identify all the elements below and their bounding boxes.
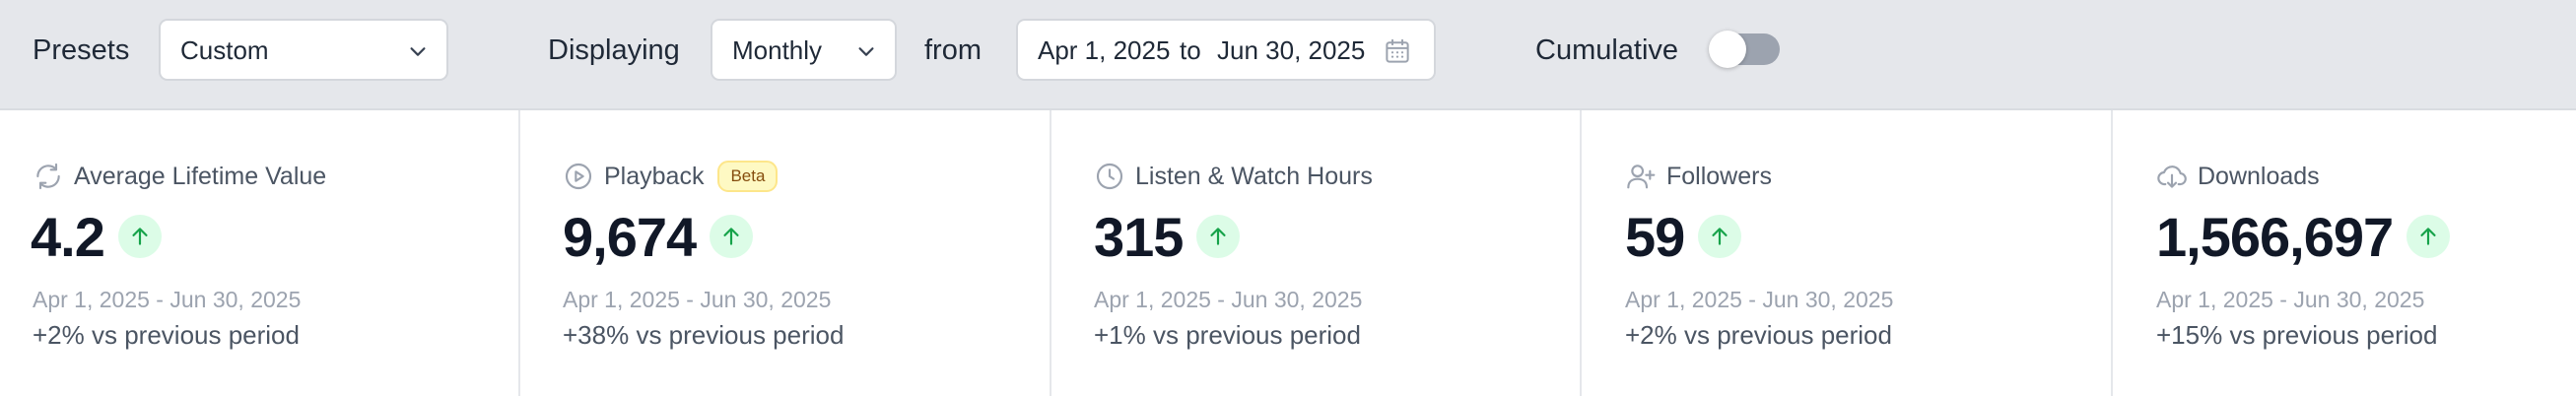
cumulative-toggle[interactable] <box>1709 31 1780 68</box>
date-range-text: Apr 1, 2025 - Jun 30, 2025 <box>1625 287 1894 312</box>
calendar-icon[interactable] <box>1383 36 1412 66</box>
metric-value: 4.2 <box>31 205 105 268</box>
metric-row: 4.2 <box>31 197 162 276</box>
cumulative-label: Cumulative <box>1535 34 1679 66</box>
trend-up-badge <box>710 215 754 258</box>
presets-dropdown[interactable]: Custom <box>159 19 448 81</box>
metric-cards: Average Lifetime Value 4.2 Apr 1, 2025 -… <box>0 110 2576 396</box>
arrow-up-icon <box>1210 228 1227 245</box>
metric-value: 59 <box>1625 205 1685 268</box>
interval-value: Monthly <box>732 35 823 65</box>
metric-row: 59 <box>1625 197 1742 276</box>
refresh-icon <box>36 163 60 190</box>
trend-up-badge <box>117 215 162 258</box>
from-label: from <box>924 34 982 66</box>
beta-badge: Beta <box>717 161 779 192</box>
play-circle-icon <box>565 163 592 190</box>
metric-card-followers: Followers 59 Apr 1, 2025 - Jun 30, 2025 … <box>1582 110 2113 396</box>
change-text: +1% vs previous period <box>1094 320 1361 350</box>
metric-value: 315 <box>1094 205 1184 268</box>
metric-value: 1,566,697 <box>2156 205 2394 268</box>
trend-up-badge <box>2407 215 2451 258</box>
metric-row: 315 <box>1094 197 1241 276</box>
metric-row: 9,674 <box>563 197 754 276</box>
chevron-down-icon <box>410 47 426 56</box>
date-range-text: Apr 1, 2025 - Jun 30, 2025 <box>33 287 302 312</box>
change-text: +38% vs previous period <box>563 320 845 350</box>
clock-icon <box>1096 163 1123 190</box>
change-text: +2% vs previous period <box>33 320 300 350</box>
date-start[interactable]: Apr 1, 2025 <box>1038 33 1170 68</box>
date-range-text: Apr 1, 2025 - Jun 30, 2025 <box>563 287 832 312</box>
card-title: Listen & Watch Hours <box>1135 163 1373 190</box>
card-header: Average Lifetime Value <box>33 157 326 196</box>
card-header: Listen & Watch Hours <box>1094 157 1373 196</box>
change-text: +2% vs previous period <box>1625 320 1892 350</box>
chevron-down-icon <box>858 47 874 56</box>
card-header: Playback Beta <box>563 157 779 196</box>
arrow-up-icon <box>723 228 739 245</box>
date-range-picker[interactable]: Apr 1, 2025 to Jun 30, 2025 <box>1016 19 1436 81</box>
metric-card-listen-watch-hours: Listen & Watch Hours 315 Apr 1, 2025 - J… <box>1051 110 1582 396</box>
card-header: Downloads <box>2156 157 2320 196</box>
date-range-text: Apr 1, 2025 - Jun 30, 2025 <box>1094 287 1363 312</box>
date-separator: to <box>1180 35 1201 65</box>
date-range-text: Apr 1, 2025 - Jun 30, 2025 <box>2156 287 2425 312</box>
metric-row: 1,566,697 <box>2156 197 2451 276</box>
trend-up-badge <box>1698 215 1742 258</box>
metric-card-playback: Playback Beta 9,674 Apr 1, 2025 - Jun 30… <box>520 110 1051 396</box>
metric-value: 9,674 <box>563 205 697 268</box>
card-title: Followers <box>1666 163 1772 190</box>
download-cloud-icon <box>2157 165 2187 188</box>
toggle-knob <box>1709 31 1746 68</box>
filter-toolbar: Presets Custom Displaying Monthly from A… <box>0 0 2576 110</box>
trend-up-badge <box>1196 215 1241 258</box>
interval-dropdown[interactable]: Monthly <box>711 19 897 81</box>
presets-label: Presets <box>33 34 130 66</box>
change-text: +15% vs previous period <box>2156 320 2438 350</box>
user-plus-icon <box>1627 165 1656 189</box>
card-title: Playback <box>604 163 705 190</box>
metric-card-average-lifetime-value: Average Lifetime Value 4.2 Apr 1, 2025 -… <box>0 110 520 396</box>
card-title: Downloads <box>2198 163 2320 190</box>
card-header: Followers <box>1625 157 1772 196</box>
metric-card-downloads: Downloads 1,566,697 Apr 1, 2025 - Jun 30… <box>2113 110 2576 396</box>
displaying-label: Displaying <box>548 34 680 66</box>
arrow-up-icon <box>132 228 148 245</box>
date-end[interactable]: Jun 30, 2025 <box>1217 33 1365 68</box>
presets-value: Custom <box>180 35 269 65</box>
arrow-up-icon <box>2420 228 2436 245</box>
card-title: Average Lifetime Value <box>74 163 327 190</box>
arrow-up-icon <box>1712 228 1728 245</box>
